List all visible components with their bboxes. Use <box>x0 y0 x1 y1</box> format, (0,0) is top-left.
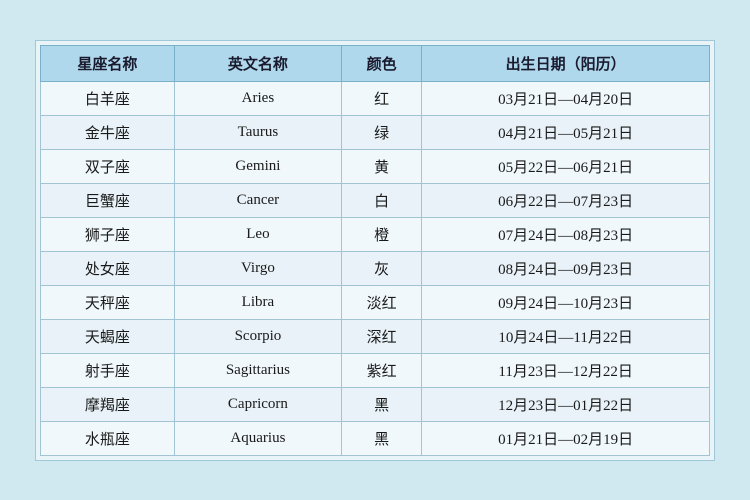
header-date: 出生日期（阳历） <box>422 45 710 81</box>
zodiac-table: 星座名称 英文名称 颜色 出生日期（阳历） 白羊座Aries红03月21日—04… <box>40 45 710 456</box>
cell-english: Sagittarius <box>174 353 341 387</box>
table-header-row: 星座名称 英文名称 颜色 出生日期（阳历） <box>41 45 710 81</box>
cell-date: 03月21日—04月20日 <box>422 81 710 115</box>
table-row: 天秤座Libra淡红09月24日—10月23日 <box>41 285 710 319</box>
cell-english: Capricorn <box>174 387 341 421</box>
cell-english: Libra <box>174 285 341 319</box>
cell-date: 07月24日—08月23日 <box>422 217 710 251</box>
cell-date: 04月21日—05月21日 <box>422 115 710 149</box>
table-row: 双子座Gemini黄05月22日—06月21日 <box>41 149 710 183</box>
table-row: 巨蟹座Cancer白06月22日—07月23日 <box>41 183 710 217</box>
cell-chinese: 射手座 <box>41 353 175 387</box>
cell-color: 深红 <box>342 319 422 353</box>
cell-chinese: 水瓶座 <box>41 421 175 455</box>
cell-chinese: 金牛座 <box>41 115 175 149</box>
table-row: 摩羯座Capricorn黑12月23日—01月22日 <box>41 387 710 421</box>
cell-date: 09月24日—10月23日 <box>422 285 710 319</box>
header-color: 颜色 <box>342 45 422 81</box>
cell-color: 橙 <box>342 217 422 251</box>
cell-date: 11月23日—12月22日 <box>422 353 710 387</box>
cell-english: Gemini <box>174 149 341 183</box>
cell-chinese: 天秤座 <box>41 285 175 319</box>
cell-color: 红 <box>342 81 422 115</box>
cell-english: Leo <box>174 217 341 251</box>
cell-chinese: 处女座 <box>41 251 175 285</box>
cell-english: Taurus <box>174 115 341 149</box>
cell-color: 黑 <box>342 421 422 455</box>
cell-chinese: 狮子座 <box>41 217 175 251</box>
table-row: 水瓶座Aquarius黑01月21日—02月19日 <box>41 421 710 455</box>
cell-color: 黑 <box>342 387 422 421</box>
zodiac-table-container: 星座名称 英文名称 颜色 出生日期（阳历） 白羊座Aries红03月21日—04… <box>35 40 715 461</box>
cell-color: 白 <box>342 183 422 217</box>
cell-english: Aquarius <box>174 421 341 455</box>
header-english: 英文名称 <box>174 45 341 81</box>
cell-date: 01月21日—02月19日 <box>422 421 710 455</box>
cell-date: 05月22日—06月21日 <box>422 149 710 183</box>
header-chinese: 星座名称 <box>41 45 175 81</box>
cell-chinese: 白羊座 <box>41 81 175 115</box>
table-row: 白羊座Aries红03月21日—04月20日 <box>41 81 710 115</box>
cell-date: 08月24日—09月23日 <box>422 251 710 285</box>
table-row: 狮子座Leo橙07月24日—08月23日 <box>41 217 710 251</box>
cell-date: 12月23日—01月22日 <box>422 387 710 421</box>
cell-date: 10月24日—11月22日 <box>422 319 710 353</box>
cell-color: 淡红 <box>342 285 422 319</box>
table-row: 金牛座Taurus绿04月21日—05月21日 <box>41 115 710 149</box>
cell-color: 绿 <box>342 115 422 149</box>
cell-color: 紫红 <box>342 353 422 387</box>
cell-color: 黄 <box>342 149 422 183</box>
cell-color: 灰 <box>342 251 422 285</box>
cell-english: Scorpio <box>174 319 341 353</box>
cell-english: Aries <box>174 81 341 115</box>
table-row: 天蝎座Scorpio深红10月24日—11月22日 <box>41 319 710 353</box>
cell-english: Cancer <box>174 183 341 217</box>
cell-chinese: 摩羯座 <box>41 387 175 421</box>
cell-chinese: 巨蟹座 <box>41 183 175 217</box>
cell-chinese: 双子座 <box>41 149 175 183</box>
table-row: 射手座Sagittarius紫红11月23日—12月22日 <box>41 353 710 387</box>
cell-english: Virgo <box>174 251 341 285</box>
cell-date: 06月22日—07月23日 <box>422 183 710 217</box>
cell-chinese: 天蝎座 <box>41 319 175 353</box>
table-row: 处女座Virgo灰08月24日—09月23日 <box>41 251 710 285</box>
